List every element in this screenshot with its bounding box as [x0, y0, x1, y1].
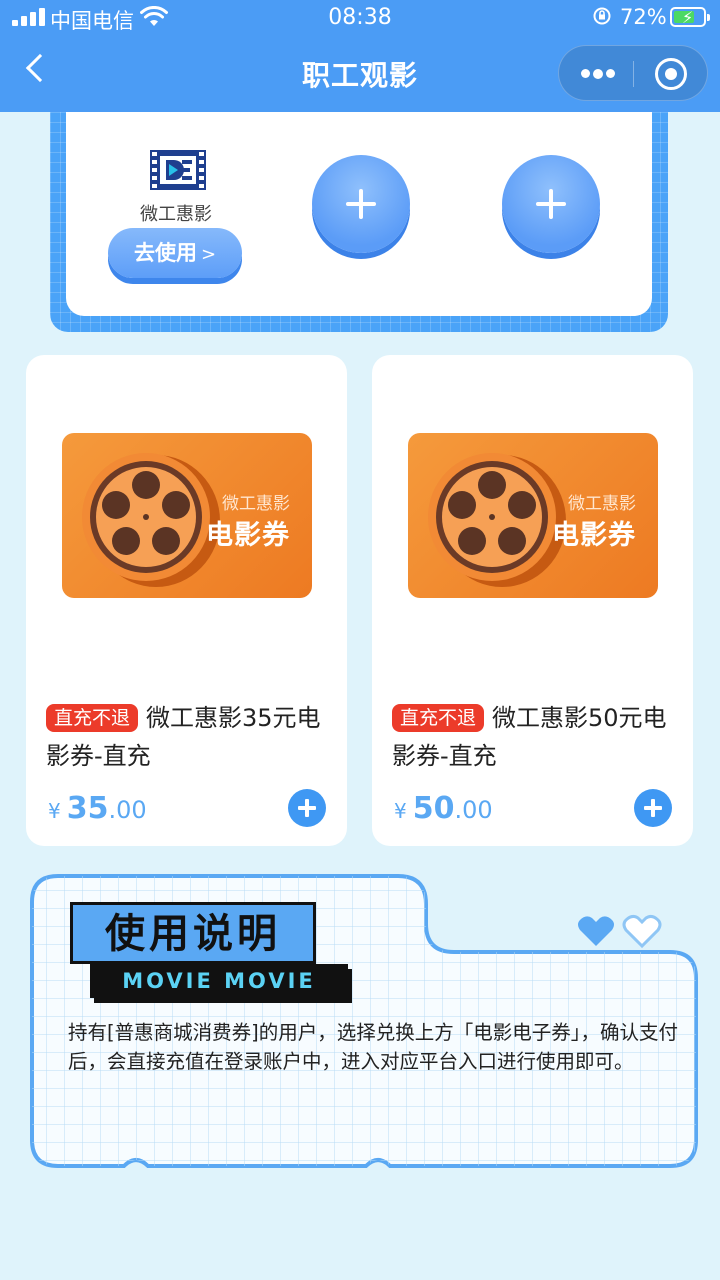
add-platform-button[interactable] — [312, 155, 410, 253]
nav-bar: 职工观影 — [0, 36, 720, 112]
go-use-label: 去使用 — [133, 241, 197, 265]
platform-name: 微工惠影 — [140, 204, 212, 225]
banner-subtitle: 微工惠影 — [222, 494, 290, 514]
banner-title: 电影券 — [552, 520, 636, 551]
currency-symbol: ¥ — [394, 799, 407, 823]
banner-title: 电影券 — [206, 520, 290, 551]
product-title: 直充不退 微工惠影50元电影券-直充 — [392, 699, 677, 775]
product-banner: 微工惠影 电影券 — [62, 433, 312, 598]
status-bar: 中国电信 08:38 72% ⚡ — [0, 0, 720, 36]
instructions-title: 使用说明 — [70, 902, 316, 964]
product-price: ¥35.00 — [48, 791, 147, 826]
add-platform-button[interactable] — [502, 155, 600, 253]
instructions-subtitle: MOVIE MOVIE — [90, 964, 348, 998]
more-icon[interactable] — [581, 68, 615, 79]
instructions-text: 持有[普惠商城消费券]的用户，选择兑换上方「电影电子券」，确认支付后，会直接充值… — [68, 1021, 678, 1073]
product-card[interactable]: 微工惠影 电影券 直充不退 微工惠影50元电影券-直充 ¥50.00 — [372, 355, 693, 846]
no-refund-badge: 直充不退 — [392, 704, 485, 732]
price-decimal: .00 — [454, 796, 493, 824]
miniprogram-capsule — [558, 45, 708, 101]
clock: 08:38 — [328, 5, 392, 30]
go-use-button[interactable]: 去使用 > — [108, 228, 242, 278]
product-banner: 微工惠影 电影券 — [408, 433, 658, 598]
product-card[interactable]: 微工惠影 电影券 直充不退 微工惠影35元电影券-直充 ¥35.00 — [26, 355, 347, 846]
film-reel-icon — [428, 453, 566, 587]
add-to-cart-button[interactable] — [634, 789, 672, 827]
price-integer: 50 — [412, 791, 455, 826]
rotation-lock-icon — [593, 7, 611, 25]
top-bar: 中国电信 08:38 72% ⚡ 职工观影 — [0, 0, 720, 112]
chevron-right-icon: > — [200, 244, 217, 265]
movie-platform-logo-icon — [150, 150, 206, 190]
film-reel-icon — [82, 453, 220, 587]
platform-panel: 微工惠影 去使用 > — [66, 112, 652, 316]
capsule-divider — [633, 61, 634, 87]
no-refund-badge: 直充不退 — [46, 704, 139, 732]
close-miniprogram-icon[interactable] — [655, 58, 687, 90]
battery-percent: 72% — [620, 5, 667, 29]
price-integer: 35 — [66, 791, 109, 826]
instructions-panel: 使用说明 MOVIE MOVIE 持有[普惠商城消费券]的用户，选择兑换上方「电… — [28, 872, 700, 1172]
add-to-cart-button[interactable] — [288, 789, 326, 827]
hearts-icon — [578, 914, 662, 949]
price-decimal: .00 — [108, 796, 147, 824]
battery-icon: ⚡ — [670, 7, 710, 27]
banner-subtitle: 微工惠影 — [568, 494, 636, 514]
product-title: 直充不退 微工惠影35元电影券-直充 — [46, 699, 331, 775]
currency-symbol: ¥ — [48, 799, 61, 823]
product-price: ¥50.00 — [394, 791, 493, 826]
